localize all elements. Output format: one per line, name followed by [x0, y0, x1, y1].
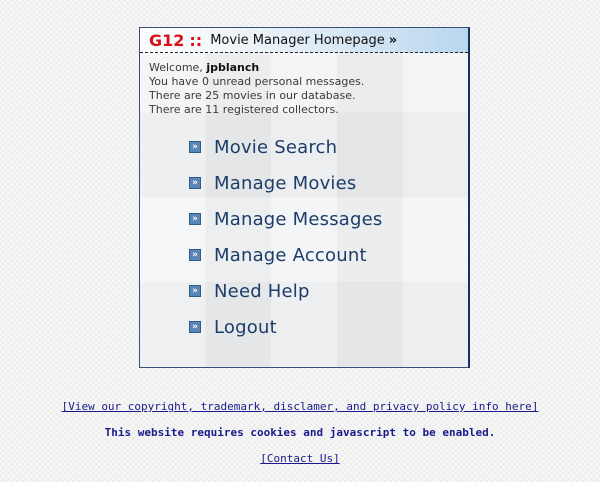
double-chevron-right-icon: » — [189, 177, 201, 189]
brand-separator: :: — [189, 30, 203, 50]
panel-header: G12 :: Movie Manager Homepage » — [140, 28, 468, 53]
menu-item-label[interactable]: Manage Movies — [214, 173, 356, 194]
double-chevron-right-icon: » — [189, 321, 201, 333]
double-chevron-right-icon: » — [189, 285, 201, 297]
menu-item-movie-search[interactable]: » Movie Search — [189, 129, 383, 165]
menu-item-need-help[interactable]: » Need Help — [189, 273, 383, 309]
menu-item-label[interactable]: Manage Messages — [214, 209, 383, 230]
menu-item-label[interactable]: Movie Search — [214, 137, 337, 158]
footer-policy: [View our copyright, trademark, disclame… — [0, 400, 600, 413]
menu-item-manage-movies[interactable]: » Manage Movies — [189, 165, 383, 201]
welcome-info: Welcome, jpblanch You have 0 unread pers… — [140, 53, 468, 117]
main-menu: » Movie Search » Manage Movies » Manage … — [189, 129, 383, 345]
footer-notice: This website requires cookies and javasc… — [104, 426, 496, 439]
double-chevron-right-icon: » — [189, 213, 201, 225]
welcome-line: Welcome, jpblanch — [149, 61, 468, 75]
menu-item-manage-account[interactable]: » Manage Account — [189, 237, 383, 273]
menu-item-label[interactable]: Manage Account — [214, 245, 367, 266]
double-chevron-right-icon: » — [189, 249, 201, 261]
unread-messages-status: You have 0 unread personal messages. — [149, 75, 365, 88]
welcome-prefix: Welcome, — [149, 61, 203, 74]
main-panel: G12 :: Movie Manager Homepage » Welcome,… — [139, 27, 470, 368]
movie-count-status: There are 25 movies in our database. — [149, 89, 356, 102]
menu-item-label[interactable]: Logout — [214, 317, 277, 338]
policy-link[interactable]: [View our copyright, trademark, disclame… — [62, 400, 539, 413]
page-title: Movie Manager Homepage — [210, 32, 385, 48]
menu-item-label[interactable]: Need Help — [214, 281, 310, 302]
contact-link[interactable]: [Contact Us] — [260, 452, 339, 465]
menu-item-logout[interactable]: » Logout — [189, 309, 383, 345]
brand-logo: G12 — [149, 30, 185, 50]
collector-count-status: There are 11 registered collectors. — [149, 103, 339, 116]
username: jpblanch — [206, 61, 260, 74]
footer-contact: [Contact Us] — [0, 452, 600, 465]
double-chevron-right-icon: » — [189, 141, 201, 153]
menu-item-manage-messages[interactable]: » Manage Messages — [189, 201, 383, 237]
title-arrow-icon: » — [388, 32, 398, 48]
